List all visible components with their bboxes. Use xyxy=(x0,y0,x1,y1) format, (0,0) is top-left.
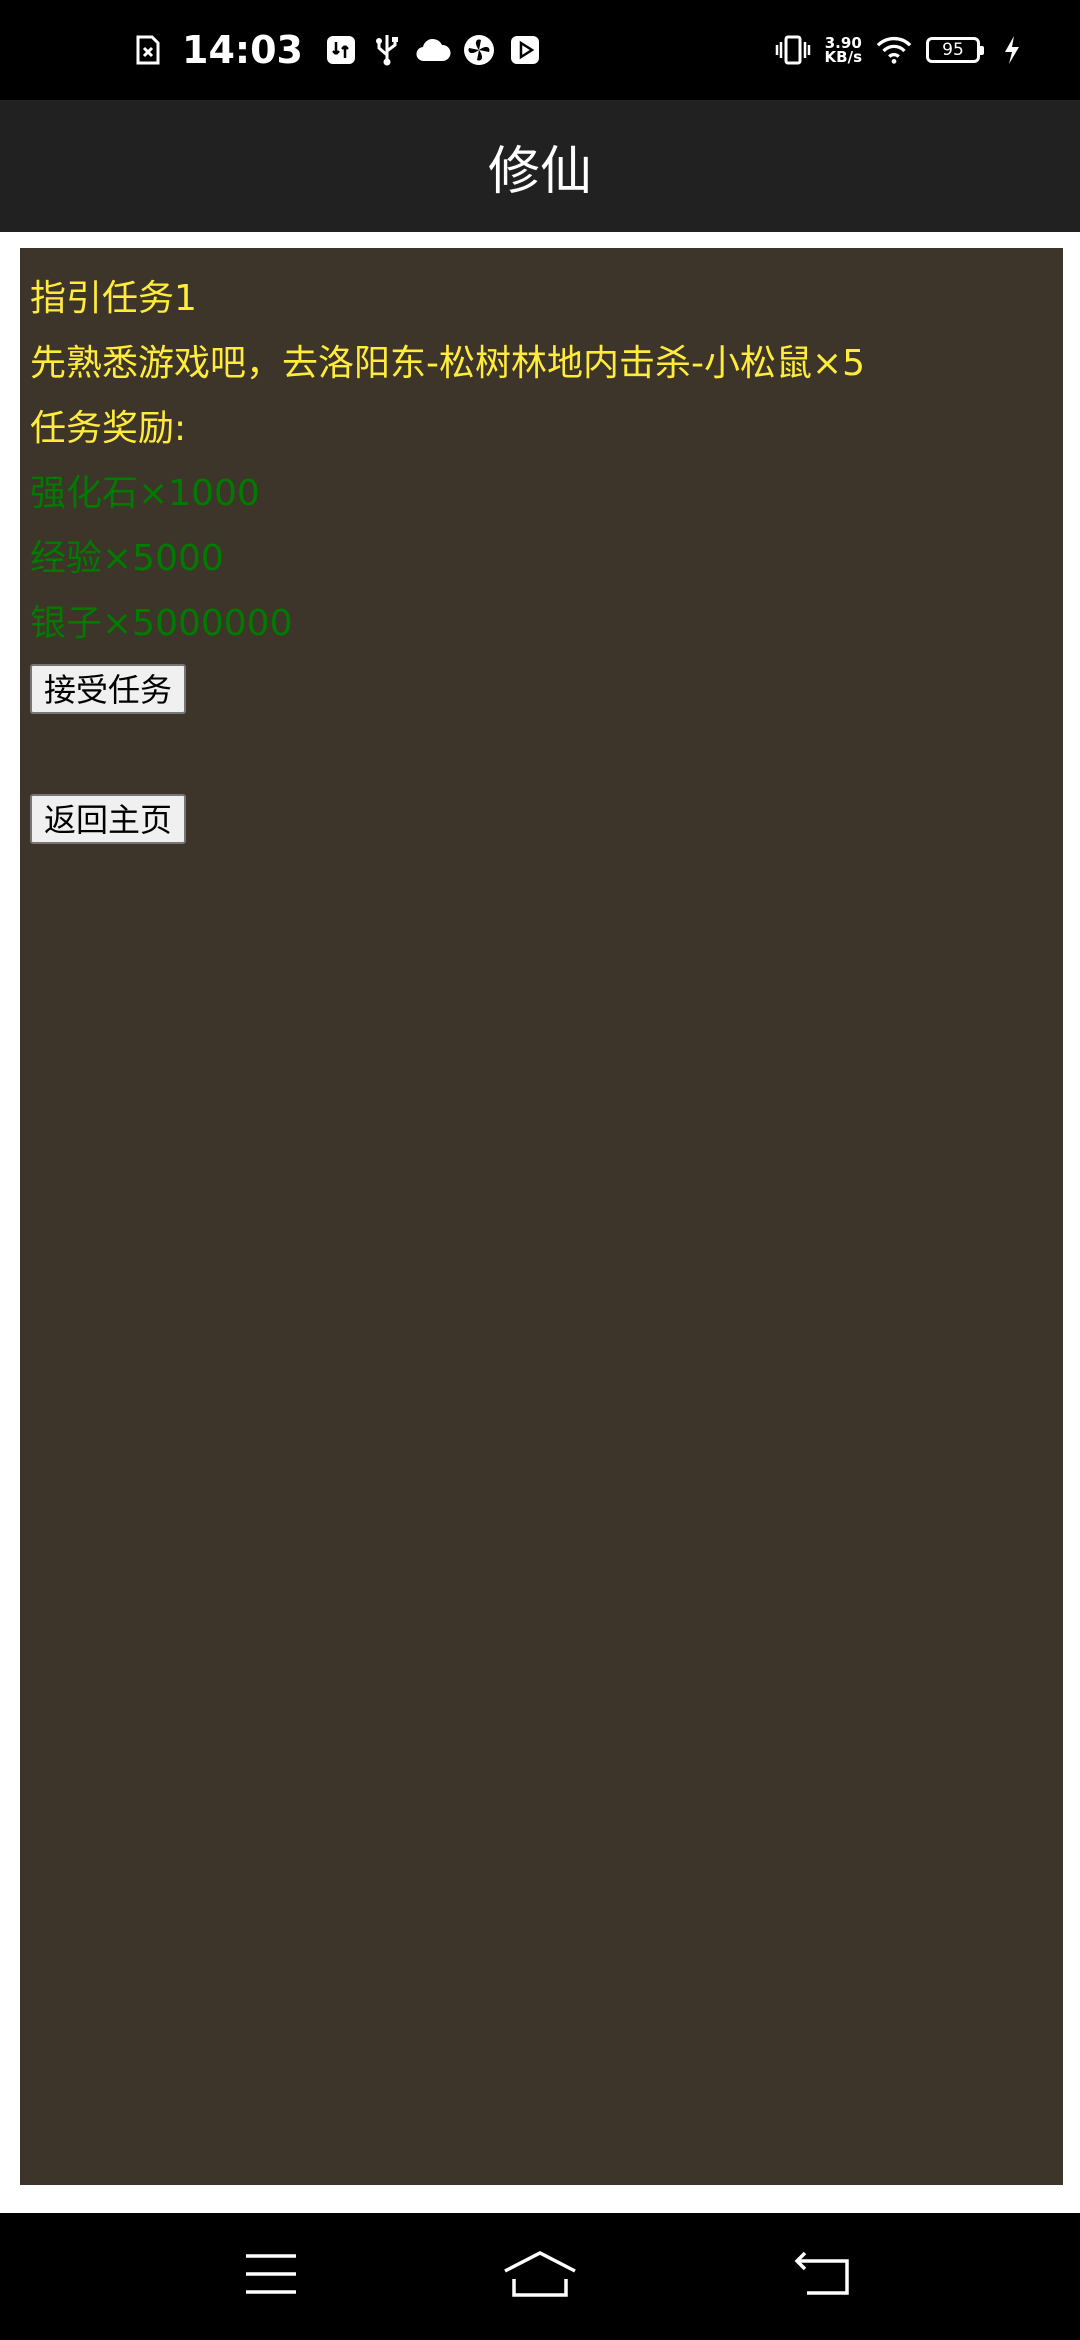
menu-button[interactable] xyxy=(221,2231,321,2321)
sim-icon xyxy=(130,32,166,68)
status-bar-left: 14:03 xyxy=(130,0,543,100)
play-icon xyxy=(507,32,543,68)
status-bar-right: 3.90 KB/s 95 xyxy=(775,0,1030,100)
menu-icon xyxy=(244,2252,298,2300)
back-button[interactable] xyxy=(773,2231,873,2321)
home-button-row: 返回主页 xyxy=(30,786,1053,851)
usb-icon xyxy=(369,32,405,68)
app-title: 修仙 xyxy=(487,141,592,202)
battery-level: 95 xyxy=(942,40,964,60)
navigation-bar xyxy=(0,2213,1080,2340)
accept-button-row: 接受任务 xyxy=(30,656,1053,721)
quest-panel: 指引任务1 先熟悉游戏吧，去洛阳东-松树林地内击杀-小松鼠×5 任务奖励: 强化… xyxy=(20,248,1063,2185)
wifi-icon xyxy=(876,32,912,68)
reward-item: 强化石×1000 xyxy=(30,473,260,514)
quest-rewards-label: 任务奖励: xyxy=(30,408,187,449)
battery-icon: 95 xyxy=(926,37,984,63)
back-icon xyxy=(793,2251,853,2301)
accept-quest-button[interactable]: 接受任务 xyxy=(30,663,187,714)
net-speed: 3.90 KB/s xyxy=(824,36,862,66)
reward-item: 银子×5000000 xyxy=(30,603,293,644)
app-header: 修仙 xyxy=(0,100,1080,232)
home-button[interactable] xyxy=(490,2231,590,2321)
vibrate-icon xyxy=(775,32,811,68)
status-bar: 14:03 3.90 KB/s 95 xyxy=(0,0,1080,100)
charging-icon xyxy=(994,32,1030,68)
return-home-button[interactable]: 返回主页 xyxy=(30,793,187,844)
cloud-icon xyxy=(415,32,451,68)
home-icon xyxy=(502,2249,578,2303)
data-saver-icon xyxy=(323,32,359,68)
status-time: 14:03 xyxy=(182,28,303,72)
reward-item: 经验×5000 xyxy=(30,538,224,579)
quest-description: 先熟悉游戏吧，去洛阳东-松树林地内击杀-小松鼠×5 xyxy=(30,343,866,384)
net-speed-unit: KB/s xyxy=(824,48,862,66)
quest-title: 指引任务1 xyxy=(30,278,197,319)
pinwheel-icon xyxy=(461,32,497,68)
